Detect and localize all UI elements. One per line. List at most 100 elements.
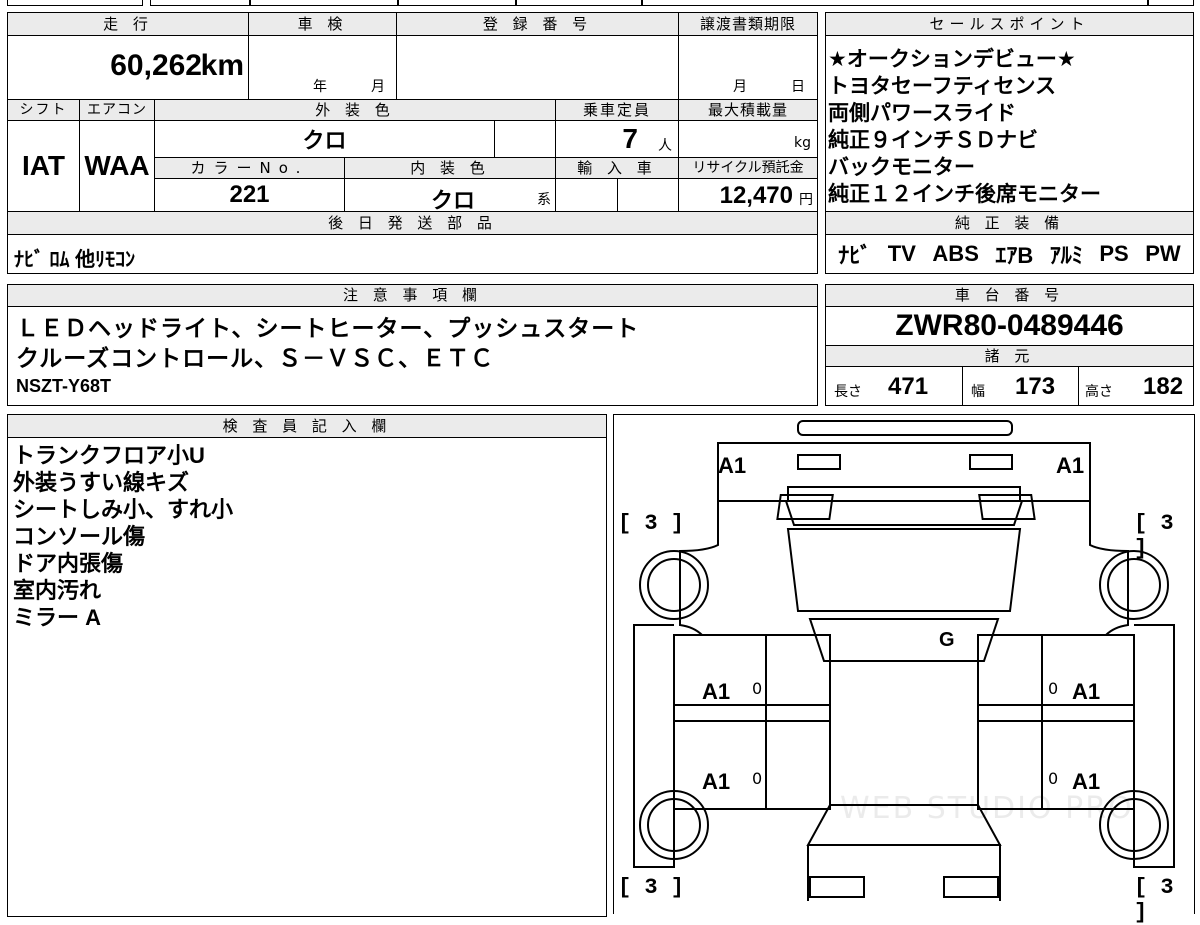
inspector-panel: 検 査 員 記 入 欄 トランクフロア小U 外装うすい線キズ シートしみ小、すれ… xyxy=(7,414,607,917)
color-no-value: 221 xyxy=(229,181,270,208)
color-no-cell: 221 xyxy=(154,178,345,212)
max-load-header: 最大積載量 xyxy=(678,99,818,121)
import-header: 輸 入 車 xyxy=(555,157,679,179)
damage-label-rear-left: A1 xyxy=(718,453,747,478)
vehicle-info-table: 走 行 車 検 登 録 番 号 譲渡書類期限 60,262 km 年 月 月 日… xyxy=(7,12,818,276)
equip-airbag: ｴｱB xyxy=(995,243,1034,268)
import-cell-b xyxy=(617,178,679,212)
inspection-month-label: 月 xyxy=(371,79,385,95)
genuine-equipment-cell: ﾅﾋﾞ TV ABS ｴｱB ｱﾙﾐ PS PW xyxy=(825,234,1194,274)
equip-pw: PW xyxy=(1145,241,1181,266)
equip-alloy: ｱﾙﾐ xyxy=(1049,243,1083,268)
genuine-equipment-header: 純 正 装 備 xyxy=(825,211,1194,235)
notes-line: ＬＥＤヘッドライト、シートヒーター、プッシュスタート xyxy=(16,315,640,341)
registration-cell xyxy=(396,35,679,100)
exterior-color-extra xyxy=(494,120,556,158)
car-diagram-panel: A1 A1 G A1 A1 A1 A1 0 0 0 0 [ 3 ] [ 3 ] … xyxy=(613,414,1195,925)
tire-value: 3 xyxy=(644,875,658,900)
chassis-header: 車 台 番 号 xyxy=(825,284,1194,307)
tire-value: 3 xyxy=(1160,511,1174,536)
spec-height-label: 高さ xyxy=(1085,384,1113,400)
inspector-line: トランクフロア小U xyxy=(13,443,205,468)
damage-label-rear-right: A1 xyxy=(1056,453,1085,478)
notes-line: NSZT-Y68T xyxy=(16,376,112,396)
equip-navi: ﾅﾋﾞ xyxy=(838,243,872,268)
tire-label-front-left: [ 3 ] xyxy=(618,875,685,900)
spec-width-value: 173 xyxy=(1015,373,1056,400)
capacity-cell: 7 人 xyxy=(555,120,679,158)
interior-color-cell: クロ 系 xyxy=(344,178,556,213)
zero-mark: 0 xyxy=(752,769,763,788)
spec-height-cell: 高さ 182 xyxy=(1078,366,1194,406)
later-parts-header: 後 日 発 送 部 品 xyxy=(7,211,818,235)
inspector-line: コンソール傷 xyxy=(13,524,146,549)
notes-line: クルーズコントロール、Ｓ－ＶＳＣ、ＥＴＣ xyxy=(16,345,495,371)
exterior-color-cell: クロ xyxy=(154,120,495,158)
mileage-header: 走 行 xyxy=(7,12,249,36)
recycle-cell: 12,470 円 xyxy=(678,178,818,212)
inspector-line: 室内汚れ xyxy=(13,578,102,603)
capacity-value: 7 xyxy=(622,123,638,154)
chassis-cell: ZWR80-0489446 xyxy=(825,306,1194,346)
aircon-header: エアコン xyxy=(79,99,155,121)
zero-mark: 0 xyxy=(1048,769,1059,788)
spec-width-label: 幅 xyxy=(971,384,985,400)
zero-mark: 0 xyxy=(752,679,763,698)
notes-header: 注 意 事 項 欄 xyxy=(7,284,818,307)
transfer-deadline-header: 譲渡書類期限 xyxy=(678,12,818,36)
tire-value: 3 xyxy=(1160,875,1174,900)
import-cell-a xyxy=(555,178,618,212)
interior-color-suffix: 系 xyxy=(537,192,551,208)
deadline-month-label: 月 xyxy=(733,79,747,95)
inspector-line: シートしみ小、すれ小 xyxy=(13,497,234,522)
zero-mark: 0 xyxy=(1048,679,1059,698)
equip-abs: ABS xyxy=(932,241,979,266)
mileage-value: 60,262 xyxy=(110,49,202,82)
inspector-line: ドア内張傷 xyxy=(13,551,124,576)
max-load-unit: kg xyxy=(794,135,811,151)
damage-label-door-fl: A1 xyxy=(702,769,731,794)
specs-header: 諸 元 xyxy=(825,345,1194,367)
sales-point-item: バックモニター xyxy=(828,156,975,179)
notes-panel: 注 意 事 項 欄 ＬＥＤヘッドライト、シートヒーター、プッシュスタート クルー… xyxy=(7,284,818,406)
sales-point-item: 両側パワースライド xyxy=(828,102,1016,125)
sales-points-body: ★オークションデビュー★ トヨタセーフティセンス 両側パワースライド 純正９イン… xyxy=(825,35,1194,212)
exterior-color-value: クロ xyxy=(302,128,347,153)
inspector-line: ミラー A xyxy=(13,605,102,630)
registration-header: 登 録 番 号 xyxy=(396,12,679,36)
mileage-unit: km xyxy=(200,49,244,82)
deadline-day-label: 日 xyxy=(791,79,805,95)
tire-label-front-right: [ 3 ] xyxy=(1134,875,1174,925)
chassis-panel: 車 台 番 号 ZWR80-0489446 諸 元 長さ 471 幅 173 高… xyxy=(825,284,1194,406)
chassis-number: ZWR80-0489446 xyxy=(895,309,1124,342)
recycle-unit: 円 xyxy=(799,192,813,208)
capacity-header: 乗車定員 xyxy=(555,99,679,121)
equip-ps: PS xyxy=(1099,241,1129,266)
equip-tv: TV xyxy=(887,241,916,266)
sales-point-item: 純正１２インチ後席モニター xyxy=(828,183,1101,206)
spec-length-label: 長さ xyxy=(834,384,862,400)
damage-label-door-rr: A1 xyxy=(1072,679,1101,704)
inspector-line: 外装うすい線キズ xyxy=(13,470,190,495)
notes-body: ＬＥＤヘッドライト、シートヒーター、プッシュスタート クルーズコントロール、Ｓ－… xyxy=(7,306,818,406)
later-parts-cell: ﾅﾋﾞ ﾛﾑ 他ﾘﾓｺﾝ xyxy=(7,234,818,274)
transfer-deadline-cell: 月 日 xyxy=(678,35,818,100)
spec-width-cell: 幅 173 xyxy=(962,366,1079,406)
tire-value: 3 xyxy=(644,511,658,536)
sales-points-header: セールスポイント xyxy=(825,12,1194,36)
color-no-header: カラーNo. xyxy=(154,157,345,179)
inspection-year-label: 年 xyxy=(313,79,327,95)
inspector-header: 検 査 員 記 入 欄 xyxy=(7,414,607,438)
watermark: WEB STUDIO PRO xyxy=(840,791,1134,826)
sales-point-item: トヨタセーフティセンス xyxy=(828,75,1057,98)
inspector-body: トランクフロア小U 外装うすい線キズ シートしみ小、すれ小 コンソール傷 ドア内… xyxy=(7,437,607,917)
sales-points-panel: セールスポイント ★オークションデビュー★ トヨタセーフティセンス 両側パワース… xyxy=(825,12,1194,276)
spec-height-value: 182 xyxy=(1143,373,1184,400)
shift-cell: IAT xyxy=(7,120,80,212)
inspection-cell: 年 月 xyxy=(248,35,397,100)
recycle-header: リサイクル預託金 xyxy=(678,157,818,179)
spec-length-cell: 長さ 471 xyxy=(825,366,963,406)
car-diagram xyxy=(633,420,1175,901)
aircon-value: WAA xyxy=(84,150,150,181)
recycle-value: 12,470 xyxy=(719,182,793,209)
